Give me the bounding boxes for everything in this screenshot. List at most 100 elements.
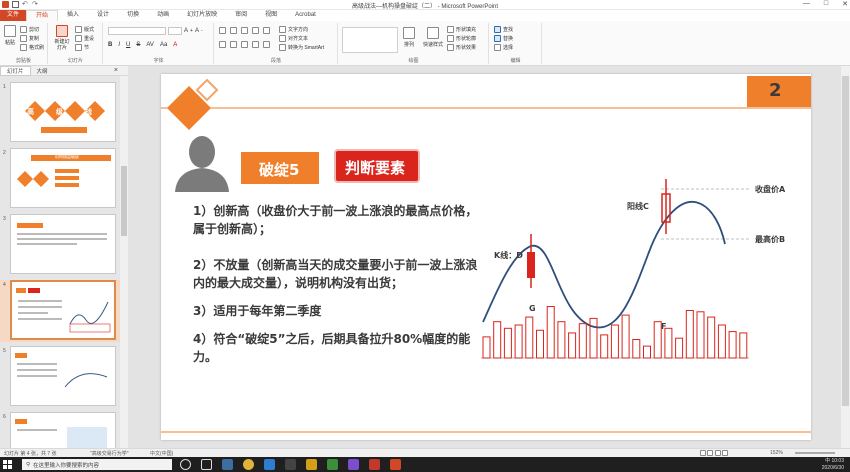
- section-button[interactable]: 节: [75, 44, 89, 51]
- canvas-scrollbar[interactable]: [841, 66, 850, 448]
- taskbar-search[interactable]: ⚲ 在这里输入你要搜索的内容: [22, 459, 172, 470]
- close-pane-button[interactable]: ×: [108, 67, 124, 74]
- tab-review[interactable]: 审阅: [226, 10, 256, 21]
- font-size-select[interactable]: [168, 27, 182, 35]
- tab-acrobat[interactable]: Acrobat: [286, 10, 325, 21]
- new-slide-button[interactable]: 新建幻灯片: [53, 25, 71, 51]
- replace-button[interactable]: 替换: [494, 35, 513, 42]
- layout-button[interactable]: 版式: [75, 26, 94, 33]
- app-icon-8[interactable]: [369, 459, 380, 470]
- app-icon-7[interactable]: [348, 459, 359, 470]
- format-painter-button[interactable]: 格式刷: [20, 44, 44, 51]
- increase-indent-icon[interactable]: [252, 27, 259, 34]
- windows-start-icon[interactable]: [3, 460, 12, 469]
- app-icon-5[interactable]: [306, 459, 317, 470]
- find-button[interactable]: 查找: [494, 26, 513, 33]
- decrease-indent-icon[interactable]: [241, 27, 248, 34]
- line-spacing-icon[interactable]: [263, 27, 270, 34]
- columns-icon[interactable]: [263, 41, 270, 48]
- slide-sorter-icon[interactable]: [707, 450, 714, 456]
- app-icon-3[interactable]: [264, 459, 275, 470]
- cortana-icon[interactable]: [180, 459, 191, 470]
- slides-group-label: 幻灯片: [67, 58, 83, 64]
- page-number: 2: [769, 80, 782, 101]
- tab-view[interactable]: 视图: [256, 10, 286, 21]
- thumbnail-slide-3[interactable]: 3: [0, 214, 120, 276]
- task-view-icon[interactable]: [201, 459, 212, 470]
- current-slide[interactable]: 2 破绽5 判断要素 1）创新高（收盘价大于前一波上涨浪的最高点价格，属于创新高…: [161, 74, 811, 440]
- chrome-icon[interactable]: [243, 459, 254, 470]
- tab-transitions[interactable]: 切换: [118, 10, 148, 21]
- font-color-button[interactable]: A: [173, 42, 177, 48]
- paste-button[interactable]: 粘贴: [4, 25, 16, 46]
- align-center-icon[interactable]: [230, 41, 237, 48]
- italic-button[interactable]: I: [118, 42, 120, 48]
- numbering-icon[interactable]: [230, 27, 237, 34]
- thumbnail-slide-4[interactable]: 4: [0, 280, 120, 342]
- reading-view-icon[interactable]: [714, 450, 721, 456]
- thumbnail-slide-2[interactable]: 2 机构操盘破绽: [0, 148, 120, 210]
- thumbnail-slide-1[interactable]: 1 高 级 战 法: [0, 82, 120, 144]
- app-icon-4[interactable]: [285, 459, 296, 470]
- smartart-button[interactable]: 转换为 SmartArt: [279, 44, 324, 51]
- tab-home[interactable]: 开始: [26, 10, 59, 21]
- arrange-button[interactable]: 排列: [403, 27, 415, 48]
- volume-bar: [536, 329, 544, 359]
- quick-styles-button[interactable]: 快速样式: [423, 27, 443, 48]
- tab-outline-pane[interactable]: 大纲: [31, 67, 54, 75]
- zoom-level[interactable]: 152%: [770, 450, 783, 456]
- thumbnail-slide-5[interactable]: 5: [0, 346, 120, 408]
- normal-view-icon[interactable]: [700, 450, 706, 456]
- clock-date[interactable]: 2020/6/30: [822, 465, 844, 472]
- tab-slides-pane[interactable]: 幻灯片: [0, 65, 31, 76]
- change-case-button[interactable]: Aa: [160, 42, 167, 48]
- volume-bar: [717, 324, 726, 359]
- close-button[interactable]: ✕: [842, 0, 848, 8]
- powerpoint-taskbar-icon[interactable]: [390, 459, 401, 470]
- bullets-icon[interactable]: [219, 27, 226, 34]
- align-text-button[interactable]: 对齐文本: [279, 35, 308, 42]
- search-icon: ⚲: [26, 461, 31, 468]
- align-right-icon[interactable]: [241, 41, 248, 48]
- thumbnails-scroll-thumb[interactable]: [121, 166, 127, 236]
- zoom-slider[interactable]: [795, 452, 835, 454]
- grow-font-button[interactable]: A + A-: [184, 28, 203, 34]
- minimize-button[interactable]: —: [803, 0, 810, 8]
- clock-time[interactable]: 10:03: [831, 458, 844, 464]
- select-button[interactable]: 选择: [494, 44, 513, 51]
- clipboard-group-label: 剪贴板: [15, 58, 31, 64]
- underline-button[interactable]: U: [126, 42, 130, 48]
- slideshow-icon[interactable]: [722, 450, 729, 456]
- restore-button[interactable]: □: [824, 0, 828, 8]
- align-left-icon[interactable]: [219, 41, 226, 48]
- reset-button[interactable]: 重设: [75, 35, 94, 42]
- app-icon-1[interactable]: [222, 459, 233, 470]
- tab-file[interactable]: 文件: [0, 10, 27, 21]
- thumbnails-scrollbar[interactable]: [120, 76, 128, 448]
- theme-name: "高级交易行为学": [90, 451, 129, 457]
- strikethrough-button[interactable]: S: [136, 42, 140, 48]
- tab-animations[interactable]: 动画: [148, 10, 178, 21]
- text-direction-button[interactable]: 文字方向: [279, 26, 308, 33]
- tab-insert[interactable]: 插入: [58, 10, 88, 21]
- thumbnail-slide-6[interactable]: 6: [0, 412, 120, 448]
- price-curve: [482, 201, 726, 329]
- shape-effects-button[interactable]: 形状效果: [447, 44, 476, 51]
- bold-button[interactable]: B: [108, 42, 112, 48]
- copy-button[interactable]: 复制: [20, 35, 39, 42]
- ime-indicator[interactable]: 中: [825, 458, 830, 464]
- shapes-gallery[interactable]: [342, 27, 398, 53]
- tab-slideshow[interactable]: 幻灯片放映: [178, 10, 226, 21]
- cut-button[interactable]: 剪切: [20, 26, 39, 33]
- shape-fill-button[interactable]: 形状填充: [447, 26, 476, 33]
- font-name-select[interactable]: [108, 27, 166, 35]
- app-icon-6[interactable]: [327, 459, 338, 470]
- language[interactable]: 中文(中国): [150, 450, 173, 457]
- canvas-scroll-thumb[interactable]: [842, 76, 849, 406]
- point-2: 2）不放量（创新高当天的成交量要小于前一波上涨浪内的最大成交量），说明机构没有出…: [193, 258, 478, 290]
- justify-icon[interactable]: [252, 41, 259, 48]
- shape-outline-button[interactable]: 形状轮廓: [447, 35, 476, 42]
- tab-design[interactable]: 设计: [88, 10, 118, 21]
- char-spacing-button[interactable]: AV: [146, 42, 154, 48]
- slide-thumbnails: 1 高 级 战 法 2 机构操盘破绽 3 4 5 6: [0, 76, 128, 448]
